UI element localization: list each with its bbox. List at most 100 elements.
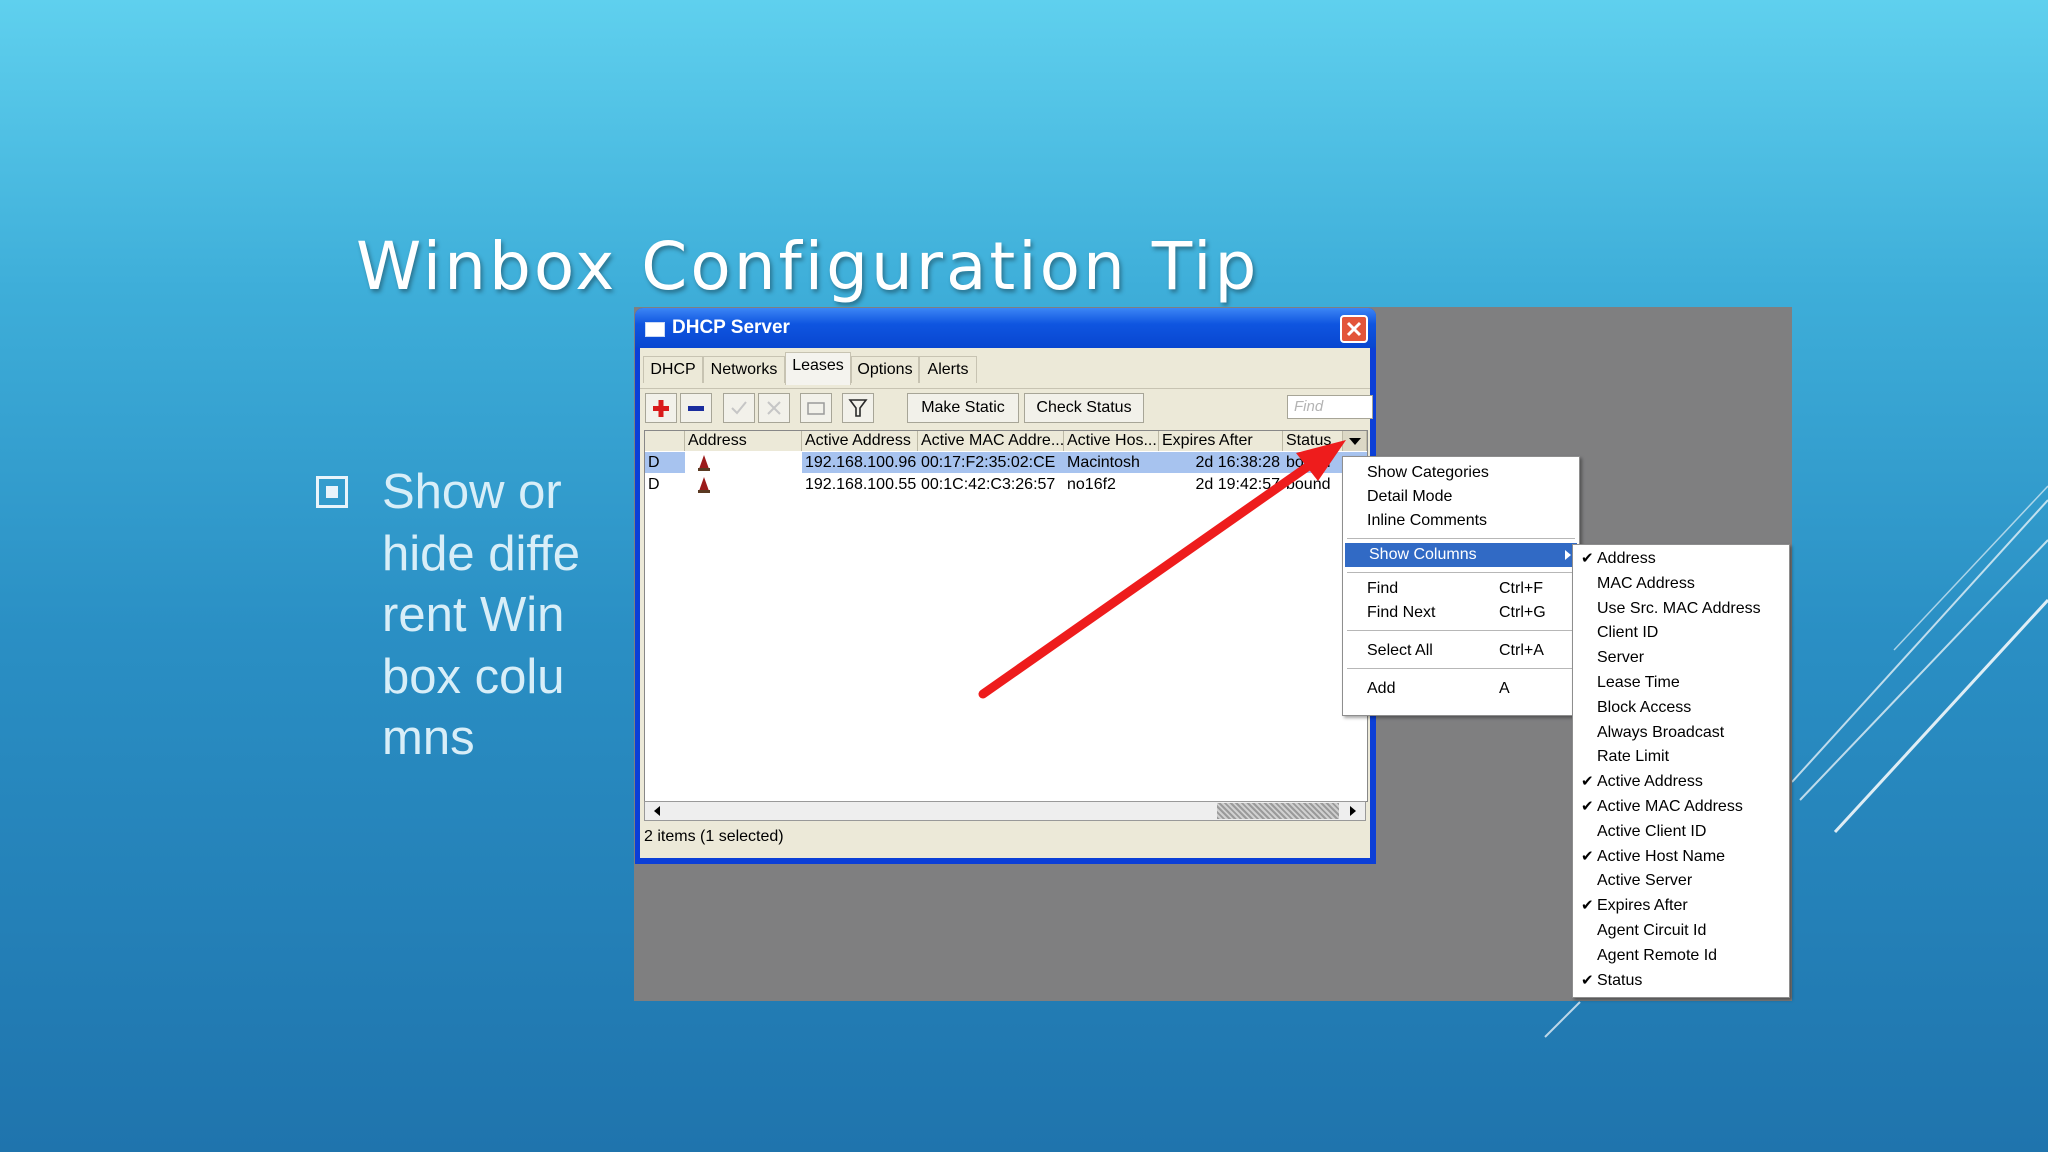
context-menu: Show Categories Detail Mode Inline Comme… [1342,456,1580,716]
add-button[interactable] [645,393,677,423]
filter-icon [848,399,868,417]
menu-item-inline-comments[interactable]: Inline Comments [1343,509,1579,533]
column-toggle-label: Agent Remote Id [1597,946,1718,964]
toolbar: Make Static Check Status Find [640,388,1373,423]
comment-button[interactable] [800,393,832,423]
status-bar: 2 items (1 selected) [644,828,784,845]
dhcp-server-window: DHCP Server DHCP Networks Leases Options… [635,308,1376,864]
row-active-mac: 00:17:F2:35:02:CE [918,452,1064,473]
column-toggle-item[interactable]: Agent Remote Id [1573,944,1789,968]
scroll-left-icon [654,806,660,816]
menu-item-shortcut: Ctrl+G [1499,604,1546,621]
column-toggle-item[interactable]: Server [1573,646,1789,670]
column-toggle-item[interactable]: Block Access [1573,696,1789,720]
column-toggle-item[interactable]: ✔ Active MAC Address [1573,795,1789,819]
column-toggle-item[interactable]: ✔ Expires After [1573,894,1789,918]
column-toggle-label: Expires After [1597,897,1688,915]
column-header-active-address[interactable]: Active Address [802,431,918,451]
column-header-active-mac[interactable]: Active MAC Addre... [918,431,1064,451]
filter-button[interactable] [842,393,874,423]
column-toggle-item[interactable]: Agent Circuit Id [1573,919,1789,943]
checkmark-icon: ✔ [1581,798,1594,815]
column-toggle-item[interactable]: Rate Limit [1573,745,1789,769]
remove-button[interactable] [680,393,712,423]
menu-item-label: Select All [1367,642,1433,659]
column-toggle-item[interactable]: ✔ Address [1573,547,1789,571]
menu-item-label: Show Categories [1367,464,1489,481]
checkmark-icon: ✔ [1581,550,1594,567]
menu-item-label: Show Columns [1369,546,1477,563]
enable-button[interactable] [723,393,755,423]
tab-networks[interactable]: Networks [703,356,785,383]
column-header-address[interactable]: Address [685,431,802,451]
dynamic-lease-icon [698,477,710,493]
find-input[interactable]: Find [1287,395,1373,419]
dynamic-lease-icon [698,455,710,471]
menu-item-show-categories[interactable]: Show Categories [1343,461,1579,485]
column-toggle-label: MAC Address [1597,574,1695,592]
column-toggle-label: Server [1597,649,1645,667]
window-title: DHCP Server [672,317,790,338]
scrollbar-thumb[interactable] [1217,803,1339,819]
window-titlebar[interactable]: DHCP Server [635,308,1376,348]
leases-table: Address Active Address Active MAC Addre.… [644,430,1368,802]
tab-dhcp[interactable]: DHCP [643,356,703,383]
scroll-right-icon [1350,806,1356,816]
tab-options[interactable]: Options [851,356,919,383]
menu-separator [1347,668,1575,669]
row-flag: D [645,452,685,473]
column-toggle-item[interactable]: Client ID [1573,621,1789,645]
column-header-status[interactable]: Status [1283,431,1343,451]
make-static-button[interactable]: Make Static [907,393,1019,423]
plus-icon [653,400,669,417]
horizontal-scrollbar[interactable] [644,801,1366,821]
column-toggle-item[interactable]: Always Broadcast [1573,721,1789,745]
column-toggle-item[interactable]: Active Client ID [1573,820,1789,844]
row-active-address: 192.168.100.55 [805,476,917,493]
row-flag: D [648,476,660,493]
menu-item-show-columns[interactable]: Show Columns [1345,543,1577,567]
column-toggle-item[interactable]: ✔ Active Address [1573,770,1789,794]
checkmark-icon: ✔ [1581,773,1594,791]
menu-item-shortcut: Ctrl+F [1499,580,1543,597]
menu-item-find-next[interactable]: Find Next Ctrl+G [1343,601,1579,625]
check-status-button[interactable]: Check Status [1024,393,1144,423]
column-toggle-item[interactable]: ✔ Active Host Name [1573,845,1789,869]
table-row[interactable]: D 192.168.100.55 00:1C:42:C3:26:57 no16f… [645,474,1367,495]
show-columns-submenu: ✔ Address MAC Address Use Src. MAC Address C… [1572,544,1790,998]
column-toggle-item[interactable]: Use Src. MAC Address [1573,597,1789,621]
column-toggle-item[interactable]: ✔ Status [1573,969,1789,993]
menu-item-shortcut: A [1499,680,1510,697]
column-menu-button[interactable] [1343,431,1367,451]
column-toggle-label: Active MAC Address [1597,798,1743,815]
column-toggle-item[interactable]: Active Server [1573,869,1789,893]
menu-item-find[interactable]: Find Ctrl+F [1343,577,1579,601]
menu-separator [1347,572,1575,573]
close-button[interactable] [1340,315,1368,343]
menu-item-label: Find [1367,580,1399,597]
column-toggle-label: Status [1597,971,1643,989]
column-toggle-item[interactable]: Lease Time [1573,671,1789,695]
close-icon [1346,321,1362,337]
check-icon [731,401,747,415]
checkmark-icon: ✔ [1581,847,1594,865]
column-toggle-item[interactable]: MAC Address [1573,572,1789,596]
tab-alerts[interactable]: Alerts [919,356,977,383]
column-toggle-label: Always Broadcast [1597,723,1725,741]
menu-item-select-all[interactable]: Select All Ctrl+A [1343,639,1579,663]
column-toggle-label: Active Client ID [1597,822,1707,840]
column-header-flag[interactable] [645,431,685,451]
row-address-cell [685,452,802,473]
menu-item-shortcut: Ctrl+A [1499,642,1544,659]
table-row[interactable]: D 192.168.100.96 00:17:F2:35:02:CE Macin… [645,452,1367,473]
column-toggle-label: Client ID [1597,624,1659,642]
menu-item-add[interactable]: Add A [1343,677,1579,701]
column-toggle-label: Rate Limit [1597,748,1670,766]
column-header-expires-after[interactable]: Expires After [1159,431,1283,451]
disable-button[interactable] [758,393,790,423]
menu-item-detail-mode[interactable]: Detail Mode [1343,485,1579,509]
row-active-host: Macintosh [1064,452,1159,473]
tab-leases[interactable]: Leases [785,352,851,385]
column-header-active-host[interactable]: Active Hos... [1064,431,1159,451]
bullet-text: Show or hide different Winbox columns [382,465,580,765]
